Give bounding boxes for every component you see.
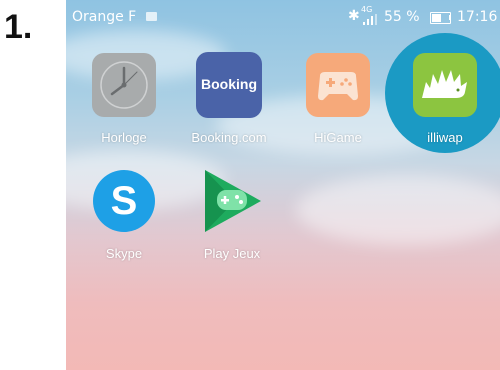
app-label: Skype bbox=[105, 246, 143, 261]
step-number: 1. bbox=[4, 8, 33, 46]
app-label: Horloge bbox=[101, 130, 147, 145]
battery-percent: 55 % bbox=[384, 9, 420, 25]
skype-icon: S bbox=[93, 170, 155, 232]
status-bar: Orange F ✱ 4G 55 % 17:16 bbox=[66, 0, 500, 34]
app-label: Play Jeux bbox=[203, 246, 261, 261]
app-booking[interactable]: Booking Booking.com bbox=[179, 52, 279, 152]
app-illiwap[interactable]: illiwap bbox=[395, 52, 495, 152]
app-label: HiGame bbox=[314, 130, 362, 145]
battery-tip bbox=[449, 15, 451, 20]
booking-icon: Booking bbox=[196, 52, 262, 118]
booking-icon-text: Booking bbox=[201, 76, 257, 92]
phone-home-screen: Orange F ✱ 4G 55 % 17:16 Horloge Booking bbox=[66, 0, 500, 370]
app-label: illiwap bbox=[427, 130, 463, 145]
network-type: 4G bbox=[361, 5, 373, 14]
app-label: Booking.com bbox=[191, 130, 267, 145]
play-games-icon bbox=[205, 170, 261, 232]
svg-text:S: S bbox=[111, 179, 138, 223]
bluetooth-icon: ✱ bbox=[348, 8, 360, 24]
status-time: 17:16 bbox=[457, 9, 498, 25]
cloud bbox=[296, 175, 500, 245]
gamepad-icon bbox=[306, 53, 370, 117]
app-horloge[interactable]: Horloge bbox=[74, 52, 174, 152]
app-higame[interactable]: HiGame bbox=[288, 52, 388, 152]
clock-icon bbox=[92, 53, 156, 117]
app-play-jeux[interactable]: Play Jeux bbox=[182, 168, 282, 268]
carrier-name: Orange F bbox=[72, 9, 137, 25]
signal-strength-icon bbox=[363, 14, 377, 25]
app-skype[interactable]: S Skype bbox=[74, 168, 174, 268]
sim-card-icon bbox=[146, 12, 157, 21]
hedgehog-icon bbox=[413, 53, 477, 117]
battery-icon bbox=[430, 12, 451, 24]
